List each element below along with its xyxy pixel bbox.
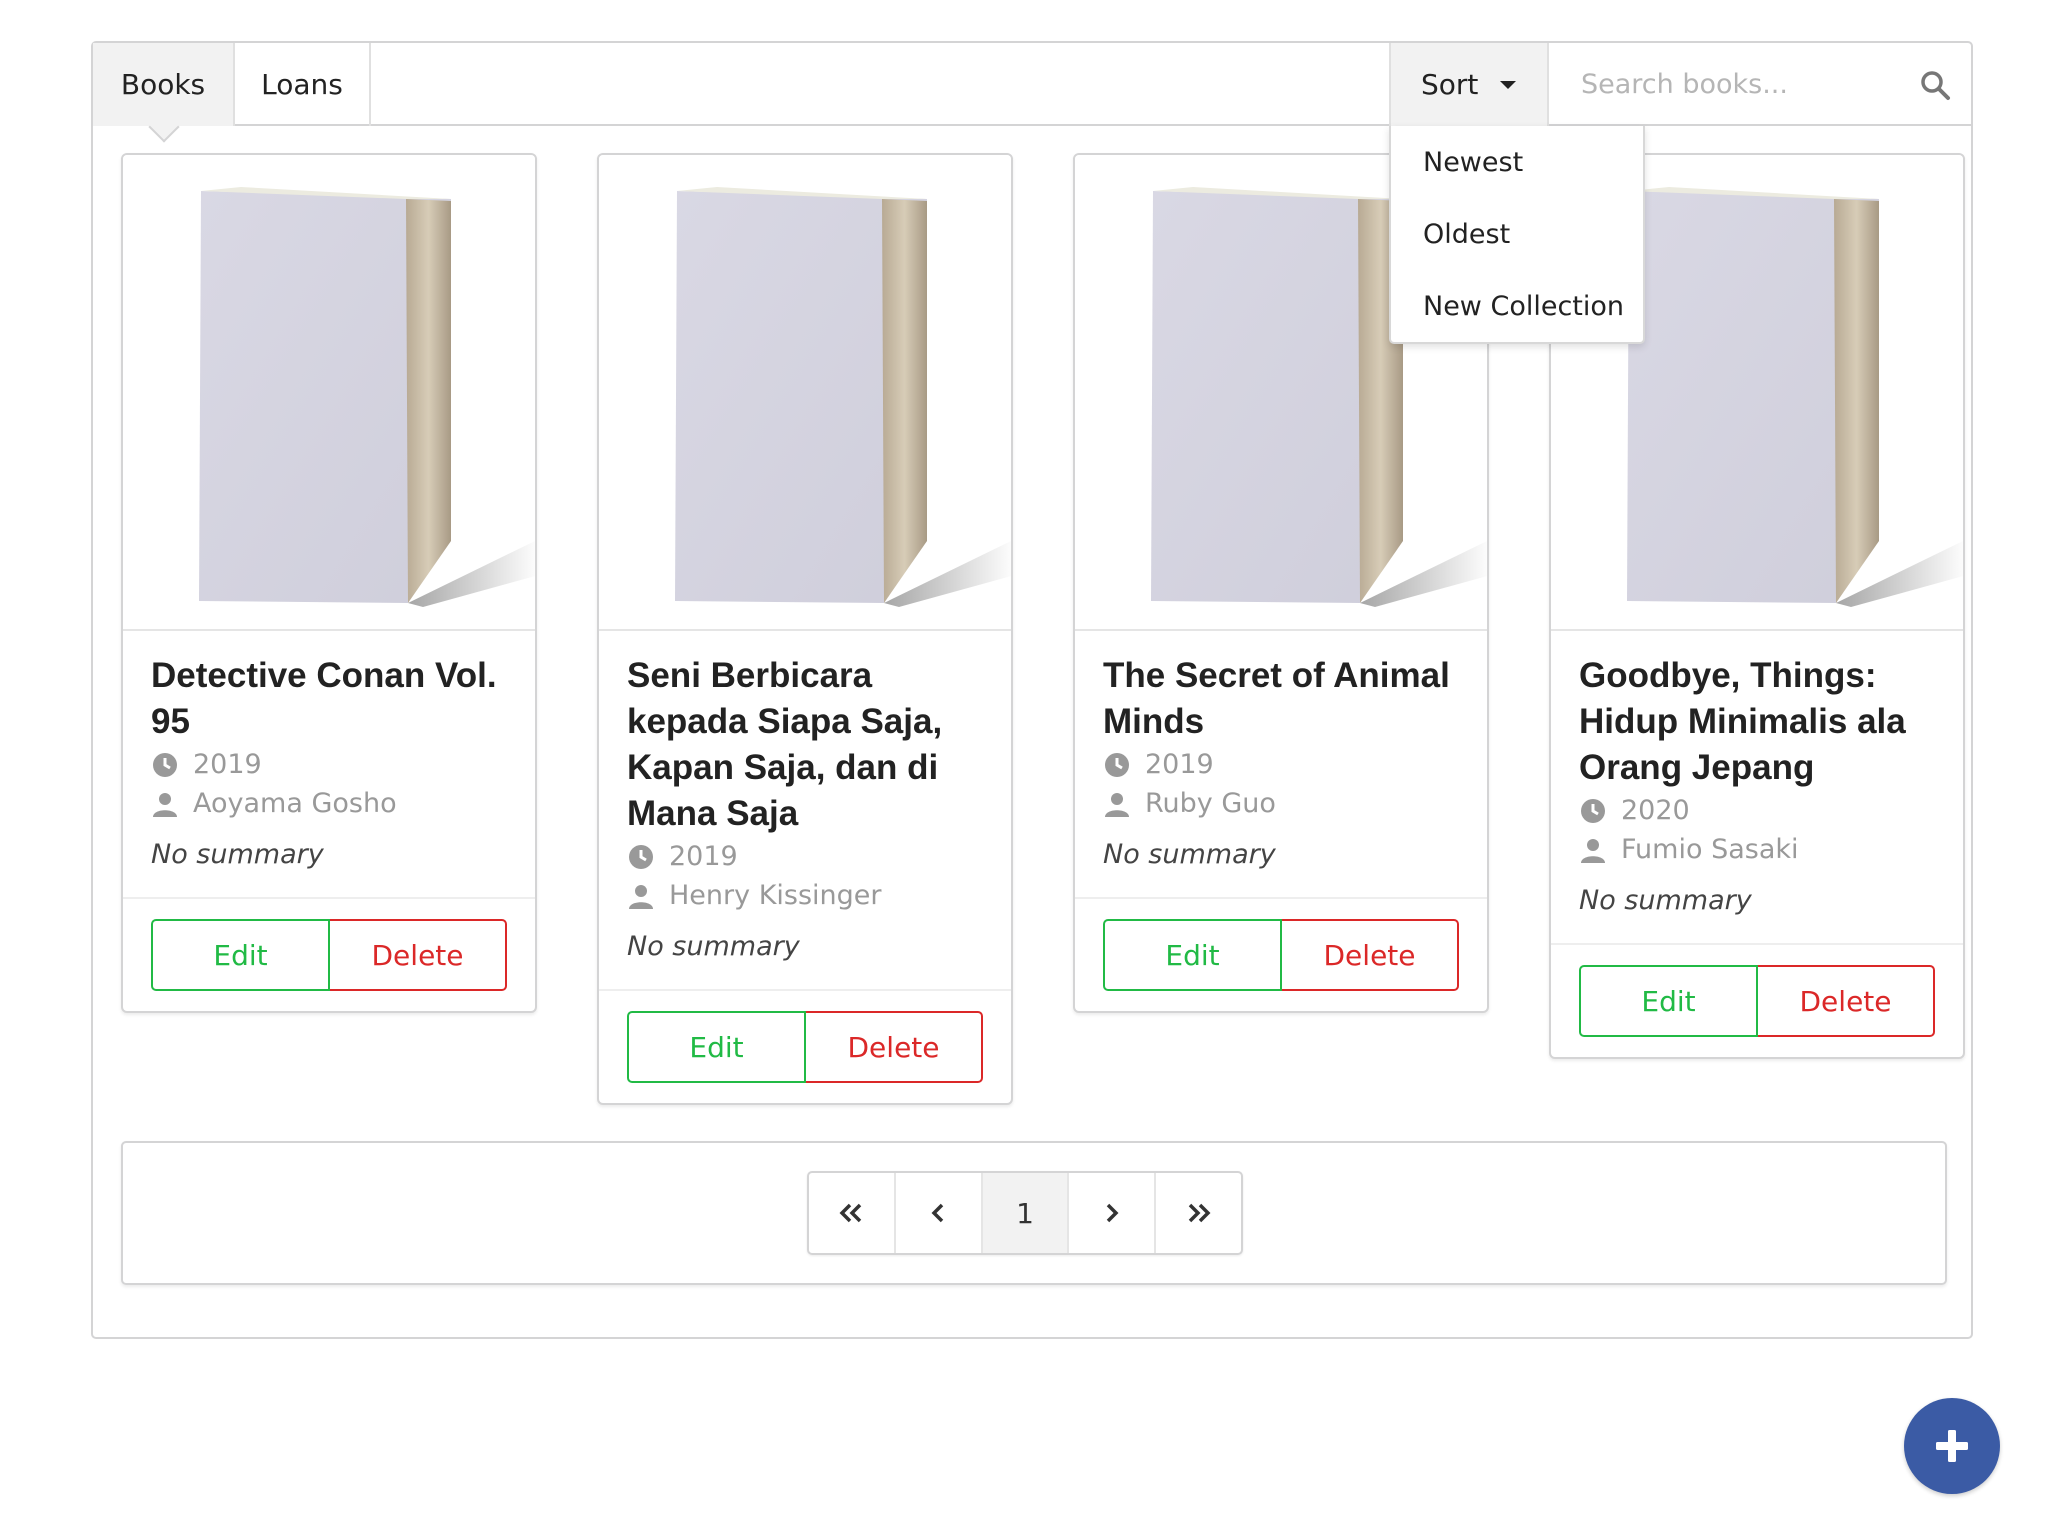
book-summary: No summary [627, 931, 800, 962]
book-author: Ruby Guo [1103, 784, 1459, 823]
top-menu: Books Loans Sort [93, 43, 1971, 126]
book-title[interactable]: Detective Conan Vol. 95 [151, 653, 507, 745]
book-year-value: 2019 [193, 749, 262, 780]
delete-button[interactable]: Delete [1282, 919, 1459, 991]
book-year: 2019 [151, 745, 507, 784]
book-year-value: 2019 [669, 841, 738, 872]
book-title[interactable]: The Secret of Animal Minds [1103, 653, 1459, 745]
double-chevron-right-icon [1188, 1203, 1211, 1223]
user-icon [629, 884, 653, 909]
chevron-right-icon [1106, 1203, 1119, 1223]
book-year: 2020 [1579, 791, 1935, 830]
tab-loans[interactable]: Loans [235, 43, 371, 126]
pagination: 1 [807, 1171, 1243, 1255]
last-page-button[interactable] [1156, 1173, 1241, 1253]
edit-button[interactable]: Edit [151, 919, 330, 991]
clock-icon [1581, 798, 1605, 823]
book-cover-image [123, 155, 535, 631]
sort-option-oldest[interactable]: Oldest [1391, 198, 1643, 270]
clock-icon [153, 752, 177, 777]
books-panel: Books Loans Sort Newest Oldest New Colle… [91, 41, 1973, 1339]
sort-menu: Newest Oldest New Collection [1389, 126, 1645, 344]
sort-option-new-collection[interactable]: New Collection [1391, 270, 1643, 342]
double-chevron-left-icon [839, 1203, 862, 1223]
card-actions: Edit Delete [599, 989, 1011, 1103]
user-icon [153, 792, 177, 817]
delete-button[interactable]: Delete [1758, 965, 1935, 1037]
edit-button[interactable]: Edit [1103, 919, 1282, 991]
edit-button[interactable]: Edit [1579, 965, 1758, 1037]
book-year-value: 2019 [1145, 749, 1214, 780]
sort-label: Sort [1421, 68, 1479, 101]
add-book-button[interactable] [1904, 1398, 2000, 1494]
page-button[interactable]: 1 [982, 1173, 1070, 1253]
book-author-value: Fumio Sasaki [1621, 834, 1799, 865]
book-cover-image [599, 155, 1011, 631]
delete-button[interactable]: Delete [806, 1011, 983, 1083]
card-actions: Edit Delete [1075, 897, 1487, 1011]
search-icon[interactable] [1919, 69, 1951, 101]
book-card: Seni Berbicara kepada Siapa Saja, Kapan … [597, 153, 1013, 1105]
book-author: Fumio Sasaki [1579, 830, 1935, 869]
search-box [1547, 43, 1971, 126]
book-author-value: Henry Kissinger [669, 880, 882, 911]
book-year: 2019 [627, 837, 983, 876]
user-icon [1105, 792, 1129, 817]
search-input[interactable] [1549, 43, 1971, 126]
edit-button[interactable]: Edit [627, 1011, 806, 1083]
clock-icon [1105, 752, 1129, 777]
user-icon [1581, 838, 1605, 863]
pagination-container: 1 [121, 1141, 1947, 1285]
caret-down-icon [1500, 80, 1517, 89]
card-actions: Edit Delete [123, 897, 535, 1011]
book-summary: No summary [1103, 839, 1276, 870]
book-summary: No summary [151, 839, 324, 870]
clock-icon [629, 844, 653, 869]
book-year: 2019 [1103, 745, 1459, 784]
book-card: Detective Conan Vol. 95 2019 Aoyama Gosh… [121, 153, 537, 1013]
book-title[interactable]: Goodbye, Things: Hidup Minimalis ala Ora… [1579, 653, 1935, 791]
book-author-value: Aoyama Gosho [193, 788, 397, 819]
delete-button[interactable]: Delete [330, 919, 507, 991]
prev-page-button[interactable] [896, 1173, 983, 1253]
first-page-button[interactable] [809, 1173, 896, 1253]
book-author: Henry Kissinger [627, 876, 983, 915]
book-author-value: Ruby Guo [1145, 788, 1276, 819]
book-summary: No summary [1579, 885, 1752, 916]
chevron-left-icon [931, 1203, 944, 1223]
book-title[interactable]: Seni Berbicara kepada Siapa Saja, Kapan … [627, 653, 983, 837]
card-actions: Edit Delete [1551, 943, 1963, 1057]
sort-dropdown[interactable]: Sort [1389, 43, 1547, 126]
sort-option-newest[interactable]: Newest [1391, 126, 1643, 198]
book-author: Aoyama Gosho [151, 784, 507, 823]
plus-icon [1936, 1430, 1968, 1462]
book-year-value: 2020 [1621, 795, 1690, 826]
tab-books[interactable]: Books [93, 43, 235, 126]
next-page-button[interactable] [1069, 1173, 1157, 1253]
